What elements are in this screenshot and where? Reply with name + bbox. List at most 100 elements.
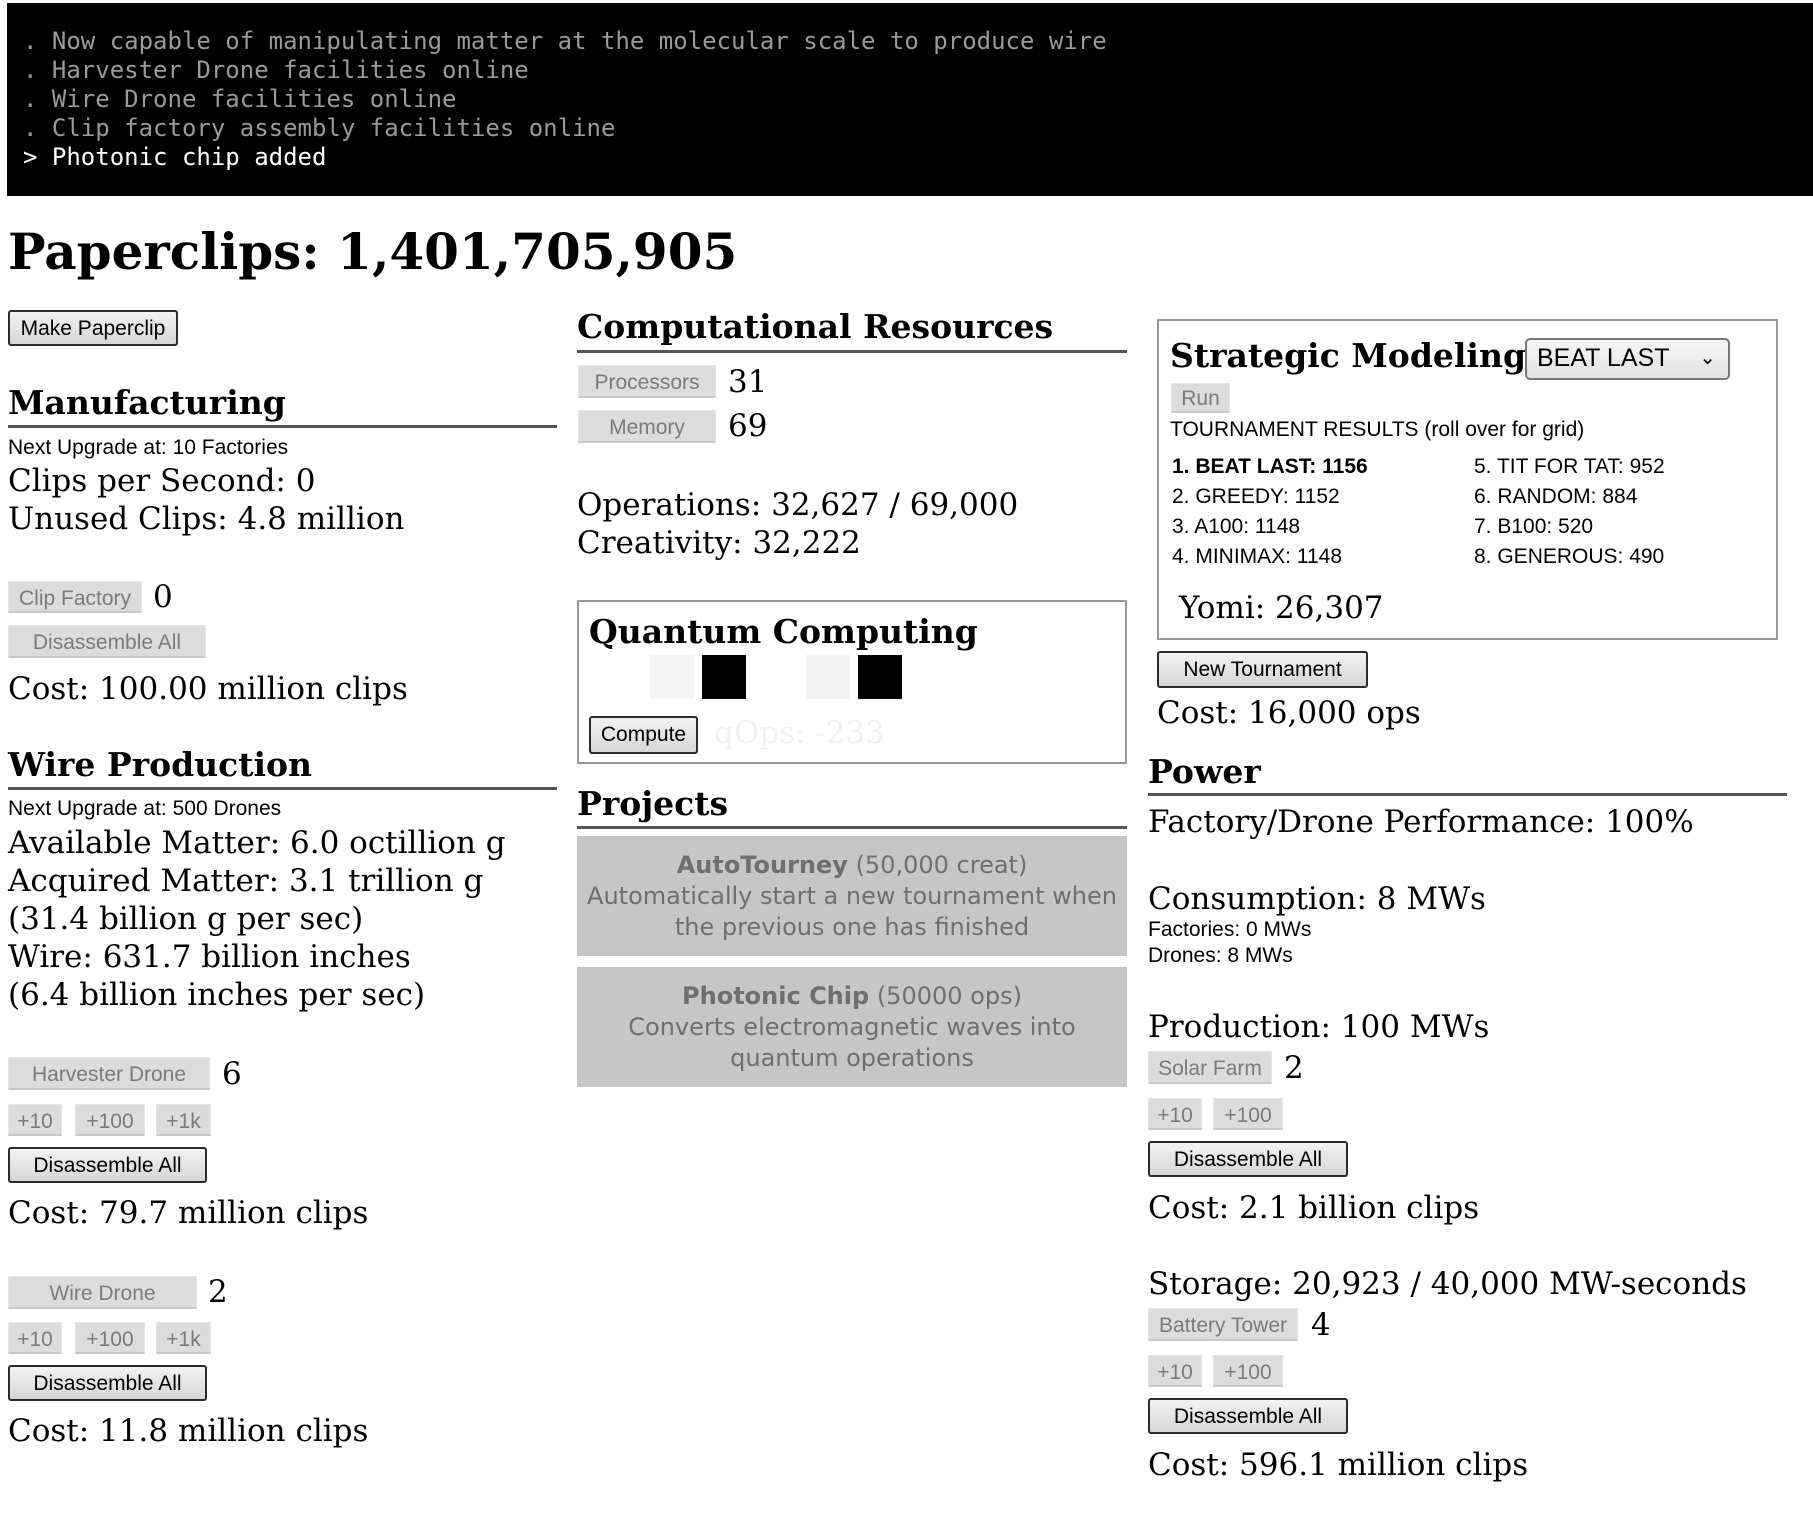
battery-plus10-button[interactable]: +10 xyxy=(1148,1355,1202,1387)
wire-production-heading: Wire Production xyxy=(8,745,313,784)
clips-per-second: Clips per Second: 0 xyxy=(8,463,316,499)
yomi: Yomi: 26,307 xyxy=(1179,590,1384,626)
harvester-plus10-button[interactable]: +10 xyxy=(8,1104,62,1136)
battery-tower-count: 4 xyxy=(1311,1307,1331,1343)
project-photonic-chip[interactable]: Photonic Chip (50000 ops) Converts elect… xyxy=(577,967,1127,1087)
solar-disassemble-button[interactable]: Disassemble All xyxy=(1148,1141,1348,1177)
memory-count: 69 xyxy=(728,408,768,444)
battery-disassemble-button[interactable]: Disassemble All xyxy=(1148,1398,1348,1434)
chevron-down-icon: ⌄ xyxy=(1699,347,1716,369)
battery-tower-button[interactable]: Battery Tower xyxy=(1148,1308,1298,1341)
wire-drone-disassemble-button[interactable]: Disassemble All xyxy=(8,1365,207,1401)
console-line: . Clip factory assembly facilities onlin… xyxy=(23,114,616,142)
solar-farm-cost: Cost: 2.1 billion clips xyxy=(1148,1190,1480,1226)
tournament-result: 7. B100: 520 xyxy=(1474,515,1594,538)
solar-plus10-button[interactable]: +10 xyxy=(1148,1098,1202,1130)
wire-drone-plus100-button[interactable]: +100 xyxy=(75,1322,145,1354)
console-line: . Wire Drone facilities online xyxy=(23,85,457,113)
projects-heading: Projects xyxy=(577,784,729,823)
power-consumption: Consumption: 8 MWs xyxy=(1148,881,1486,917)
wire-production-rule xyxy=(8,787,557,790)
quantum-chip xyxy=(650,655,694,699)
tournament-result: 1. BEAT LAST: 1156 xyxy=(1172,455,1368,478)
tournament-cost: Cost: 16,000 ops xyxy=(1157,695,1421,731)
wire-drone-button[interactable]: Wire Drone xyxy=(8,1276,197,1309)
project-description: Automatically start a new tournament whe… xyxy=(587,882,1117,941)
run-button[interactable]: Run xyxy=(1171,383,1230,413)
wire-drone-plus1k-button[interactable]: +1k xyxy=(156,1322,211,1354)
tournament-result: 6. RANDOM: 884 xyxy=(1474,485,1638,508)
factories-consumption: Factories: 0 MWs xyxy=(1148,918,1312,941)
make-paperclip-button[interactable]: Make Paperclip xyxy=(8,310,178,346)
console-line-current: > Photonic chip added xyxy=(23,143,327,171)
project-name: AutoTourney xyxy=(676,851,848,879)
quantum-chip xyxy=(806,655,850,699)
acquired-matter: Acquired Matter: 3.1 trillion g xyxy=(8,863,484,899)
quantum-computing-heading: Quantum Computing xyxy=(589,612,978,651)
battery-tower-cost: Cost: 596.1 million clips xyxy=(1148,1447,1529,1483)
wire-next-upgrade: Next Upgrade at: 500 Drones xyxy=(8,797,282,820)
tournament-results-left: 1. BEAT LAST: 1156 2. GREEDY: 1152 3. A1… xyxy=(1172,452,1368,572)
paperclip-count-title: Paperclips: 1,401,705,905 xyxy=(8,222,738,281)
tournament-results-right: 5. TIT FOR TAT: 952 6. RANDOM: 884 7. B1… xyxy=(1474,452,1665,572)
processors-count: 31 xyxy=(728,364,768,400)
unused-clips: Unused Clips: 4.8 million xyxy=(8,501,405,537)
clip-factory-count: 0 xyxy=(153,579,173,615)
computational-resources-heading: Computational Resources xyxy=(577,307,1054,346)
solar-farm-count: 2 xyxy=(1284,1050,1304,1086)
harvester-disassemble-button[interactable]: Disassemble All xyxy=(8,1147,207,1183)
strategy-selected: BEAT LAST xyxy=(1537,344,1670,372)
clip-factory-disassemble-button[interactable]: Disassemble All xyxy=(8,625,206,658)
wire-rate: (6.4 billion inches per sec) xyxy=(8,977,426,1013)
wire-drone-cost: Cost: 11.8 million clips xyxy=(8,1413,369,1449)
harvester-plus100-button[interactable]: +100 xyxy=(75,1104,145,1136)
operations: Operations: 32,627 / 69,000 xyxy=(577,487,1019,523)
computational-rule xyxy=(577,350,1127,353)
tournament-result: 5. TIT FOR TAT: 952 xyxy=(1474,455,1665,478)
tournament-results-label: TOURNAMENT RESULTS (roll over for grid) xyxy=(1170,418,1585,441)
wire-drone-count: 2 xyxy=(208,1274,228,1310)
harvester-drone-button[interactable]: Harvester Drone xyxy=(8,1057,210,1090)
manufacturing-next-upgrade: Next Upgrade at: 10 Factories xyxy=(8,436,289,459)
solar-plus100-button[interactable]: +100 xyxy=(1213,1098,1283,1130)
battery-plus100-button[interactable]: +100 xyxy=(1213,1355,1283,1387)
drones-consumption: Drones: 8 MWs xyxy=(1148,944,1293,967)
harvester-plus1k-button[interactable]: +1k xyxy=(156,1104,211,1136)
creativity: Creativity: 32,222 xyxy=(577,525,861,561)
power-rule xyxy=(1148,793,1787,796)
power-storage: Storage: 20,923 / 40,000 MW-seconds xyxy=(1148,1266,1747,1302)
clip-factory-cost: Cost: 100.00 million clips xyxy=(8,671,408,707)
console-line: . Harvester Drone facilities online xyxy=(23,56,529,84)
console-line: . Now capable of manipulating matter at … xyxy=(23,27,1107,55)
available-matter: Available Matter: 6.0 octillion g xyxy=(8,825,506,861)
project-cost: (50000 ops) xyxy=(876,982,1022,1010)
power-heading: Power xyxy=(1148,752,1261,791)
factory-drone-performance: Factory/Drone Performance: 100% xyxy=(1148,804,1694,840)
tournament-result: 4. MINIMAX: 1148 xyxy=(1172,545,1343,568)
processors-button[interactable]: Processors xyxy=(578,365,716,398)
project-autotourney[interactable]: AutoTourney (50,000 creat) Automatically… xyxy=(577,836,1127,956)
harvester-drone-cost: Cost: 79.7 million clips xyxy=(8,1195,369,1231)
tournament-result: 2. GREEDY: 1152 xyxy=(1172,485,1340,508)
quantum-chip xyxy=(702,655,746,699)
projects-rule xyxy=(577,826,1127,829)
strategy-select[interactable]: BEAT LAST ⌄ xyxy=(1525,338,1730,380)
tournament-result: 8. GENEROUS: 490 xyxy=(1474,545,1665,568)
wire-amount: Wire: 631.7 billion inches xyxy=(8,939,411,975)
compute-button[interactable]: Compute xyxy=(589,716,698,754)
wire-drone-plus10-button[interactable]: +10 xyxy=(8,1322,62,1354)
power-production: Production: 100 MWs xyxy=(1148,1009,1490,1045)
manufacturing-rule xyxy=(8,425,557,428)
new-tournament-button[interactable]: New Tournament xyxy=(1157,651,1368,688)
clip-factory-button[interactable]: Clip Factory xyxy=(8,581,142,613)
manufacturing-heading: Manufacturing xyxy=(8,383,286,422)
acquired-matter-rate: (31.4 billion g per sec) xyxy=(8,901,364,937)
solar-farm-button[interactable]: Solar Farm xyxy=(1148,1051,1272,1084)
harvester-drone-count: 6 xyxy=(222,1056,242,1092)
project-name: Photonic Chip xyxy=(682,982,870,1010)
project-description: Converts electromagnetic waves into quan… xyxy=(628,1013,1076,1072)
console-log: . Now capable of manipulating matter at … xyxy=(7,3,1813,196)
tournament-result: 3. A100: 1148 xyxy=(1172,515,1301,538)
memory-button[interactable]: Memory xyxy=(578,410,716,443)
qops-readout: qOps: -233 xyxy=(714,715,885,751)
